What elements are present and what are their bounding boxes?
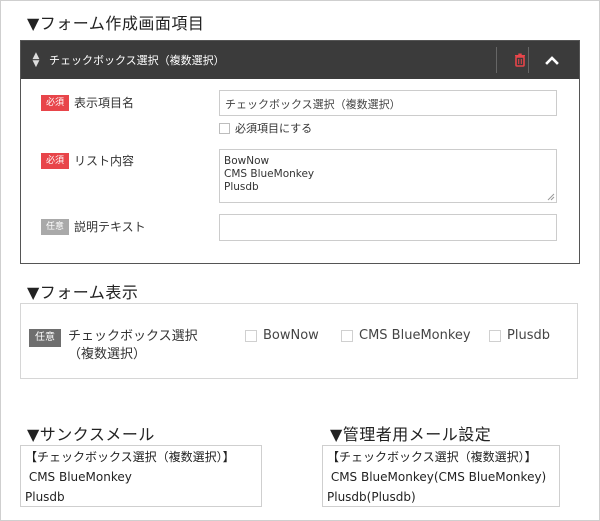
builder-section-title: ▼フォーム作成画面項目 [27, 14, 205, 33]
thanks-mail-box: 【チェックボックス選択（複数選択）】 CMS BlueMonkey Plusdb [20, 445, 262, 507]
sort-icon[interactable]: ▲ ▼ [25, 52, 47, 69]
chevron-up-icon[interactable] [544, 52, 560, 68]
header-divider [528, 47, 529, 73]
preview-label-line: チェックボックス選択 [68, 329, 198, 344]
resize-grip-icon[interactable] [547, 193, 555, 201]
preview-field-label: チェックボックス選択 （複数選択） [68, 328, 198, 364]
admin-mail-box: 【チェックボックス選択（複数選択）】 CMS BlueMonkey(CMS Bl… [322, 445, 560, 507]
preview-option-bownow[interactable]: BowNow [245, 328, 319, 343]
list-line: CMS BlueMonkey [224, 168, 315, 180]
option-checkbox[interactable] [245, 329, 257, 342]
description-label-text: 説明テキスト [74, 220, 146, 234]
list-line: Plusdb [224, 181, 259, 193]
trash-icon[interactable] [512, 52, 528, 68]
preview-section-title: ▼フォーム表示 [27, 283, 139, 302]
required-checkbox-row[interactable]: 必須項目にする [219, 120, 312, 136]
display-name-label-text: 表示項目名 [74, 96, 135, 110]
option-label: Plusdb [507, 328, 550, 343]
option-label: CMS BlueMonkey [359, 328, 471, 343]
required-checkbox-label: 必須項目にする [235, 122, 313, 135]
option-checkbox[interactable] [489, 329, 501, 342]
list-content-textarea[interactable]: BowNow CMS BlueMonkey Plusdb [219, 149, 557, 203]
mail-line: Plusdb(Plusdb) [327, 490, 416, 504]
required-badge: 必須 [41, 94, 70, 111]
mail-line: CMS BlueMonkey [25, 470, 132, 484]
optional-badge: 任意 [29, 329, 61, 347]
form-item-title: チェックボックス選択（複数選択） [49, 54, 225, 67]
required-checkbox[interactable] [219, 122, 230, 134]
list-content-label-text: リスト内容 [74, 154, 135, 168]
list-line: BowNow [224, 155, 270, 167]
preview-label-line: （複数選択） [68, 347, 147, 362]
admin-mail-section-title: ▼管理者用メール設定 [330, 425, 492, 444]
display-name-label: 必須 表示項目名 [41, 94, 134, 111]
mail-line: 【チェックボックス選択（複数選択）】 [25, 450, 235, 464]
form-preview: 任意 チェックボックス選択 （複数選択） BowNow CMS BlueMonk… [20, 303, 578, 379]
description-label: 任意 説明テキスト [41, 218, 146, 235]
required-badge: 必須 [41, 152, 70, 169]
preview-option-plusdb[interactable]: Plusdb [489, 328, 550, 343]
optional-badge: 任意 [41, 218, 70, 235]
mail-line: 【チェックボックス選択（複数選択）】 [327, 450, 537, 464]
description-input[interactable] [219, 214, 557, 241]
mail-line: Plusdb [25, 490, 65, 504]
form-item-header[interactable]: ▲ ▼ チェックボックス選択（複数選択） [21, 41, 579, 79]
display-name-input[interactable]: チェックボックス選択（複数選択） [219, 90, 557, 116]
form-item-panel: ▲ ▼ チェックボックス選択（複数選択） 必須 表示項目名 チェックボックス選択（… [20, 40, 580, 264]
mail-line: CMS BlueMonkey(CMS BlueMonkey) [327, 470, 547, 484]
thanks-mail-section-title: ▼サンクスメール [27, 425, 155, 444]
header-divider [496, 47, 497, 73]
option-label: BowNow [263, 328, 319, 343]
preview-option-cms-bluemonkey[interactable]: CMS BlueMonkey [341, 328, 471, 343]
list-content-label: 必須 リスト内容 [41, 152, 134, 169]
option-checkbox[interactable] [341, 329, 353, 342]
